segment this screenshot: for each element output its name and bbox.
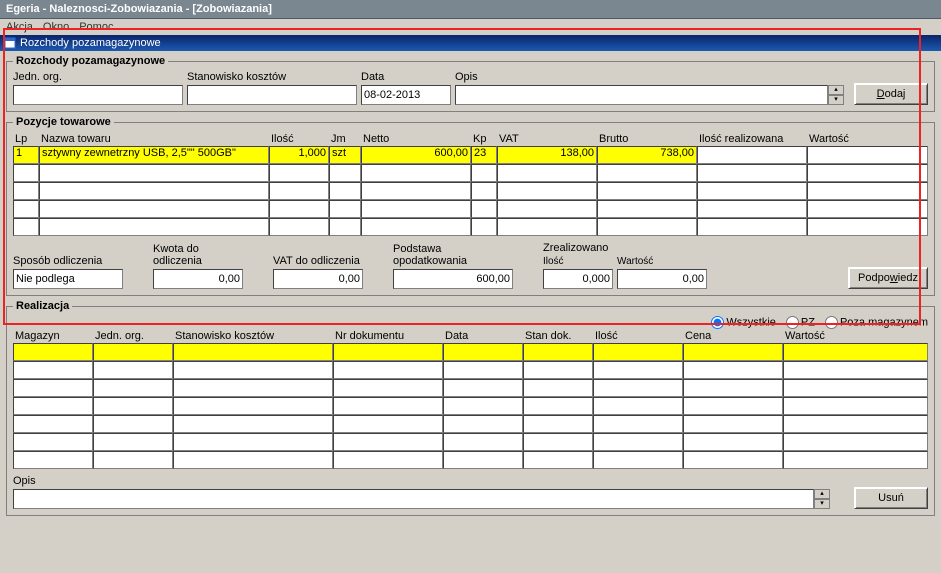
stanowisko-label: Stanowisko kosztów — [187, 71, 357, 83]
form-icon — [4, 37, 16, 49]
data-input[interactable] — [361, 85, 451, 105]
section-rozchody: Rozchody pozamagazynowe Jedn. org. Stano… — [6, 55, 935, 112]
opis-label: Opis — [455, 71, 844, 83]
app-titlebar: Egeria - Naleznosci-Zobowiazania - [Zobo… — [0, 0, 941, 19]
menu-pomoc[interactable]: Pomoc — [79, 21, 113, 33]
section-realizacja-legend: Realizacja — [13, 300, 72, 312]
spinner-down-icon[interactable]: ▾ — [828, 95, 844, 105]
child-window-title: Rozchody pozamagazynowe — [0, 35, 941, 51]
section-pozycje-legend: Pozycje towarowe — [13, 116, 114, 128]
zrealizowano-label: Zrealizowano — [543, 242, 707, 254]
table-row[interactable] — [13, 451, 928, 469]
th-kp: Kp — [471, 132, 497, 146]
zreal-ilosc-input[interactable] — [543, 269, 613, 289]
menu-okno[interactable]: Okno — [43, 21, 69, 33]
cell-wartosc[interactable] — [807, 146, 928, 164]
opis2-input[interactable] — [13, 489, 814, 509]
realizacja-table: Magazyn Jedn. org. Stanowisko kosztów Nr… — [13, 329, 928, 469]
zreal-wartosc-input[interactable] — [617, 269, 707, 289]
opis-spinner[interactable]: ▴▾ — [828, 85, 844, 105]
th-ilosc: Ilość — [269, 132, 329, 146]
th-jedn: Jedn. org. — [93, 329, 173, 343]
table-row[interactable] — [13, 343, 928, 361]
pozycje-table: Lp Nazwa towaru Ilość Jm Netto Kp VAT Br… — [13, 132, 928, 236]
cell-jm[interactable]: szt — [329, 146, 361, 164]
sposob-input[interactable] — [13, 269, 123, 289]
cell-lp[interactable]: 1 — [13, 146, 39, 164]
spinner-up-icon[interactable]: ▴ — [828, 85, 844, 95]
dodaj-button[interactable]: Dodaj — [854, 83, 928, 105]
th-cena: Cena — [683, 329, 783, 343]
cell-nazwa[interactable]: sztywny zewnetrzny USB, 2,5"" 500GB" — [39, 146, 269, 164]
th-nazwa: Nazwa towaru — [39, 132, 269, 146]
table-row[interactable] — [13, 218, 928, 236]
section-rozchody-legend: Rozchody pozamagazynowe — [13, 55, 168, 67]
th-jm: Jm — [329, 132, 361, 146]
th-ilosc-real: Ilość realizowana — [697, 132, 807, 146]
th-nrdok: Nr dokumentu — [333, 329, 443, 343]
th-stan: Stanowisko kosztów — [173, 329, 333, 343]
cell-brutto[interactable]: 738,00 — [597, 146, 697, 164]
cell-vat[interactable]: 138,00 — [497, 146, 597, 164]
zreal-wartosc-label: Wartość — [617, 256, 707, 267]
table-row[interactable] — [13, 415, 928, 433]
podstawa-label: Podstawa opodatkowania — [393, 243, 513, 267]
cell-kp[interactable]: 23 — [471, 146, 497, 164]
table-row[interactable] — [13, 200, 928, 218]
stanowisko-input[interactable] — [187, 85, 357, 105]
zreal-ilosc-label: Ilość — [543, 256, 613, 267]
table-row[interactable] — [13, 182, 928, 200]
th-data: Data — [443, 329, 523, 343]
vatdo-input[interactable] — [273, 269, 363, 289]
spinner-up-icon[interactable]: ▴ — [814, 489, 830, 499]
kwota-label: Kwota do odliczenia — [153, 243, 243, 267]
table-row[interactable] — [13, 361, 928, 379]
th-vat: VAT — [497, 132, 597, 146]
table-row[interactable]: 1 sztywny zewnetrzny USB, 2,5"" 500GB" 1… — [13, 146, 928, 164]
opis2-label: Opis — [13, 475, 830, 487]
section-realizacja: Realizacja Wszystkie PZ Poza magazynem M… — [6, 300, 935, 516]
data-label: Data — [361, 71, 451, 83]
radio-pz[interactable]: PZ — [786, 316, 815, 329]
usun-button[interactable]: Usuń — [854, 487, 928, 509]
th-lp: Lp — [13, 132, 39, 146]
menubar: Akcja Okno Pomoc — [0, 19, 941, 35]
table-row[interactable] — [13, 433, 928, 451]
table-row[interactable] — [13, 397, 928, 415]
th-wartosc2: Wartość — [783, 329, 928, 343]
opis-input[interactable] — [455, 85, 828, 105]
podstawa-input[interactable] — [393, 269, 513, 289]
jedn-org-label: Jedn. org. — [13, 71, 183, 83]
table-row[interactable] — [13, 164, 928, 182]
cell-netto[interactable]: 600,00 — [361, 146, 471, 164]
table-row[interactable] — [13, 379, 928, 397]
radio-poza[interactable]: Poza magazynem — [825, 316, 928, 329]
th-wartosc: Wartość — [807, 132, 928, 146]
th-netto: Netto — [361, 132, 471, 146]
kwota-input[interactable] — [153, 269, 243, 289]
cell-ilosc-real[interactable] — [697, 146, 807, 164]
cell-ilosc[interactable]: 1,000 — [269, 146, 329, 164]
podpowiedz-button[interactable]: Podpowiedz — [848, 267, 928, 289]
th-brutto: Brutto — [597, 132, 697, 146]
jedn-org-input[interactable] — [13, 85, 183, 105]
menu-akcja[interactable]: Akcja — [6, 21, 33, 33]
vatdo-label: VAT do odliczenia — [273, 255, 363, 267]
radio-wszystkie[interactable]: Wszystkie — [711, 316, 776, 329]
sposob-label: Sposób odliczenia — [13, 255, 123, 267]
spinner-down-icon[interactable]: ▾ — [814, 499, 830, 509]
th-ilosc2: Ilość — [593, 329, 683, 343]
th-standok: Stan dok. — [523, 329, 593, 343]
child-window-title-text: Rozchody pozamagazynowe — [20, 37, 161, 49]
th-magazyn: Magazyn — [13, 329, 93, 343]
opis2-spinner[interactable]: ▴▾ — [814, 489, 830, 509]
section-pozycje: Pozycje towarowe Lp Nazwa towaru Ilość J… — [6, 116, 935, 296]
